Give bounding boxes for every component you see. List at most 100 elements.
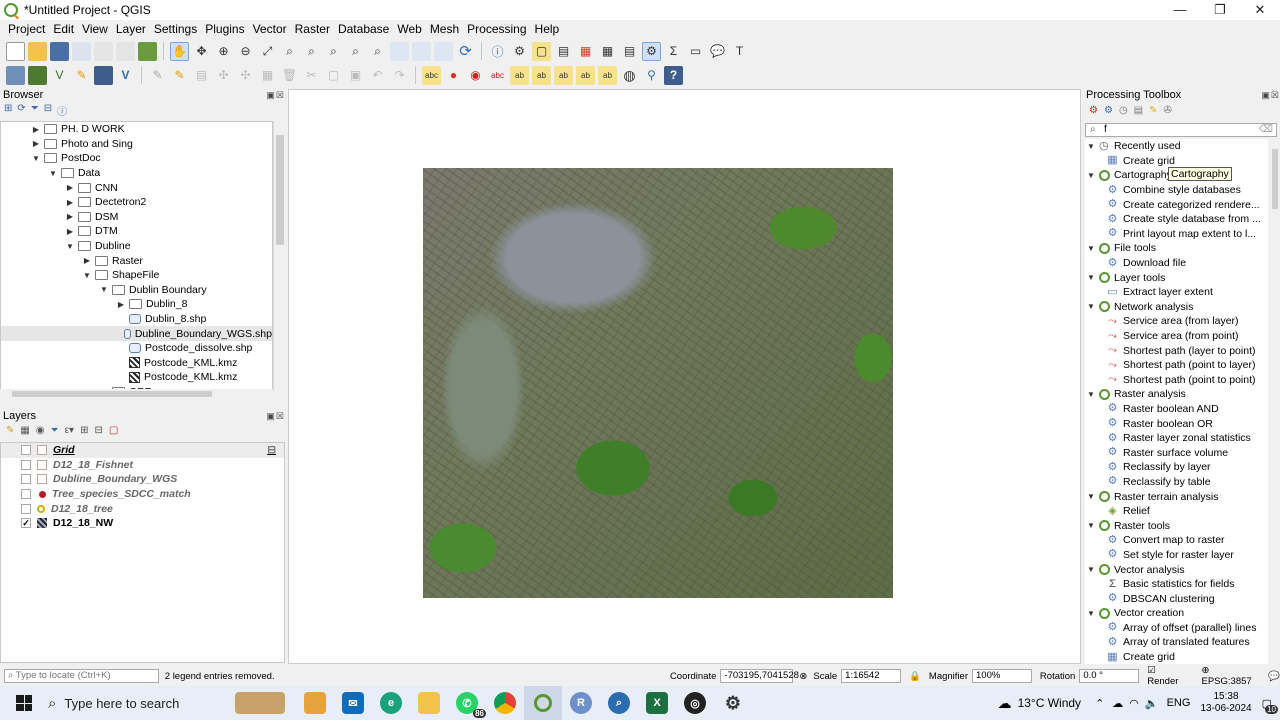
chevron-down-icon[interactable]: ▼ [65, 242, 75, 251]
close-button[interactable]: ✕ [1240, 0, 1280, 20]
chevron-down-icon[interactable]: ▼ [1085, 390, 1097, 399]
clear-search-icon[interactable]: ⌫ [1259, 124, 1273, 136]
toggle-extents-icon[interactable]: ⊗ [799, 671, 807, 682]
toolbox-algorithm[interactable]: ⚙ DBSCAN clustering [1085, 591, 1268, 606]
panel-float-close-icon[interactable]: ▣☒ [266, 90, 285, 101]
filter-expression-icon[interactable]: ε▾ [65, 425, 74, 436]
search-highlight-icon[interactable] [224, 686, 296, 720]
select-by-value-icon[interactable]: ▤ [554, 42, 573, 61]
python-console-icon[interactable]: ⚲ [642, 66, 661, 85]
locator-input[interactable]: ⌕ Type to locate (Ctrl+K) [4, 669, 159, 683]
show-hide-labels-icon[interactable]: ab [576, 65, 595, 85]
wifi-icon[interactable]: ◠ [1129, 697, 1139, 710]
toolbox-algorithm[interactable]: ⤳ Service area (from layer) [1085, 314, 1268, 329]
field-calculator-icon[interactable]: ▤ [620, 42, 639, 61]
settings-icon[interactable]: ⚙ [714, 686, 752, 720]
digitize-icon[interactable]: ✣ [214, 66, 233, 85]
select-features-icon[interactable]: ▢ [532, 41, 551, 61]
zoom-next-icon[interactable]: ⌕ [368, 42, 387, 61]
toolbox-algorithm[interactable]: ⚙ Array of translated features [1085, 635, 1268, 650]
zoom-full-icon[interactable]: ⤢ [258, 42, 277, 61]
toolbox-algorithm[interactable]: ⚙ Print layout map extent to l... [1085, 227, 1268, 242]
menu-web[interactable]: Web [393, 22, 425, 36]
history-icon[interactable]: ◷ [1119, 105, 1128, 116]
mail-app-icon[interactable]: ✉ [334, 686, 372, 720]
paste-features-icon[interactable]: ▣ [346, 66, 365, 85]
add-selected-icon[interactable]: ⊞ [4, 103, 12, 118]
change-label-icon[interactable]: ab [554, 65, 573, 85]
browser-item[interactable]: ▶ CNN [1, 180, 272, 195]
layer-visibility-checkbox[interactable] [21, 503, 31, 514]
menu-layer[interactable]: Layer [112, 22, 150, 36]
toolbox-algorithm[interactable]: ⚙ Convert map to raster [1085, 533, 1268, 548]
layer-visibility-checkbox[interactable] [21, 474, 31, 485]
maps-app-icon[interactable]: ⌕ [600, 686, 638, 720]
toolbox-algorithm[interactable]: ⚙ Reclassify by layer [1085, 460, 1268, 475]
layer-row[interactable]: Tree_species_SDCC_match [1, 487, 284, 502]
menu-vector[interactable]: Vector [249, 22, 291, 36]
magnifier-field[interactable]: 100% [972, 669, 1032, 683]
add-vector-icon[interactable]: V [116, 66, 135, 85]
statistical-summary-icon[interactable]: Σ [664, 42, 683, 61]
edit-features-icon[interactable]: ✎ [1149, 105, 1157, 116]
pan-to-selection-icon[interactable]: ✥ [192, 42, 211, 61]
layer-row[interactable]: Dubline_Boundary_WGS [1, 472, 284, 487]
toolbox-group[interactable]: ▼ Raster analysis [1085, 387, 1268, 402]
browser-item[interactable]: ▶ Photo and Sing [1, 137, 272, 152]
remove-layer-icon[interactable]: ▢ [109, 425, 118, 436]
volume-icon[interactable]: 🔈 [1145, 697, 1159, 710]
highlight-labels-icon[interactable]: abc [488, 66, 507, 85]
measure-icon[interactable]: ▭ [686, 42, 705, 61]
lock-scale-icon[interactable]: 🔒 [909, 671, 921, 682]
chevron-down-icon[interactable]: ▼ [1085, 609, 1097, 618]
qgis-taskbar-icon[interactable] [524, 686, 562, 720]
minimize-button[interactable]: — [1160, 0, 1200, 20]
toolbox-scrollbar[interactable] [1270, 139, 1280, 664]
new-project-icon[interactable] [6, 41, 25, 61]
chevron-right-icon[interactable]: ▶ [31, 125, 41, 134]
properties-icon[interactable]: ⓘ [57, 103, 67, 118]
redo-icon[interactable]: ↷ [390, 66, 409, 85]
label-properties-icon[interactable]: ab [598, 65, 617, 85]
toolbox-algorithm[interactable]: ⚙ Raster surface volume [1085, 445, 1268, 460]
weather-icon[interactable]: ☁ [998, 695, 1012, 712]
zoom-in-icon[interactable]: ⊕ [214, 42, 233, 61]
actions-icon[interactable]: ⚙ [510, 42, 529, 61]
diagram-icon[interactable]: ● [444, 66, 463, 85]
menu-help[interactable]: Help [531, 22, 564, 36]
zoom-layer-icon[interactable]: ⌕ [302, 42, 321, 61]
clock[interactable]: 15:38 13-06-2024 [1200, 691, 1251, 715]
new-map-view-icon[interactable] [390, 41, 409, 61]
new-geopackage-icon[interactable] [28, 65, 47, 85]
toolbox-group[interactable]: ▼ Raster tools [1085, 518, 1268, 533]
menu-project[interactable]: Project [4, 22, 49, 36]
undo-icon[interactable]: ↶ [368, 66, 387, 85]
toggle-editing-icon[interactable]: ✎ [170, 66, 189, 85]
browser-horizontal-scrollbar[interactable] [0, 389, 273, 399]
browser-item[interactable]: ▶ PH. D WORK [1, 122, 272, 137]
collapse-all-icon[interactable]: ⊟ [44, 103, 52, 118]
browser-item[interactable]: Postcode_KML.kmz [1, 356, 272, 371]
browser-item[interactable]: Postcode_KML.kmz [1, 370, 272, 385]
scale-field[interactable]: 1:16542 [841, 669, 902, 683]
language-indicator[interactable]: ENG [1167, 697, 1191, 709]
layers-list[interactable]: Grid ⊟ D12_18_Fishnet Dubline_Boundary_WGS T… [0, 442, 285, 663]
layer-visibility-checkbox[interactable] [21, 445, 31, 456]
toolbox-algorithm[interactable]: ⤳ Shortest path (point to point) [1085, 373, 1268, 388]
browser-tree[interactable]: ▶ PH. D WORK ▶ Photo and Sing ▼ PostDoc ▼ Data ▶… [0, 121, 273, 391]
data-source-manager-icon[interactable] [6, 65, 25, 85]
zoom-native-icon[interactable]: ⌕ [324, 42, 343, 61]
bookmark-icon[interactable] [434, 41, 453, 61]
chevron-right-icon[interactable]: ▶ [116, 300, 126, 309]
menu-edit[interactable]: Edit [49, 22, 78, 36]
copy-features-icon[interactable]: ▢ [324, 66, 343, 85]
remote-desktop-icon[interactable]: R [562, 686, 600, 720]
toolbox-algorithm[interactable]: ⚙ Raster boolean OR [1085, 416, 1268, 431]
toolbox-algorithm[interactable]: ▦ Create grid [1085, 154, 1268, 169]
zoom-out-icon[interactable]: ⊖ [236, 42, 255, 61]
save-as-icon[interactable] [72, 41, 91, 61]
layer-row[interactable]: ✓ D12_18_NW [1, 516, 284, 531]
expand-all-icon[interactable]: ⊞ [80, 425, 88, 436]
toolbox-group[interactable]: ▼ Vector analysis [1085, 562, 1268, 577]
panel-float-close-icon[interactable]: ▣☒ [266, 411, 285, 422]
